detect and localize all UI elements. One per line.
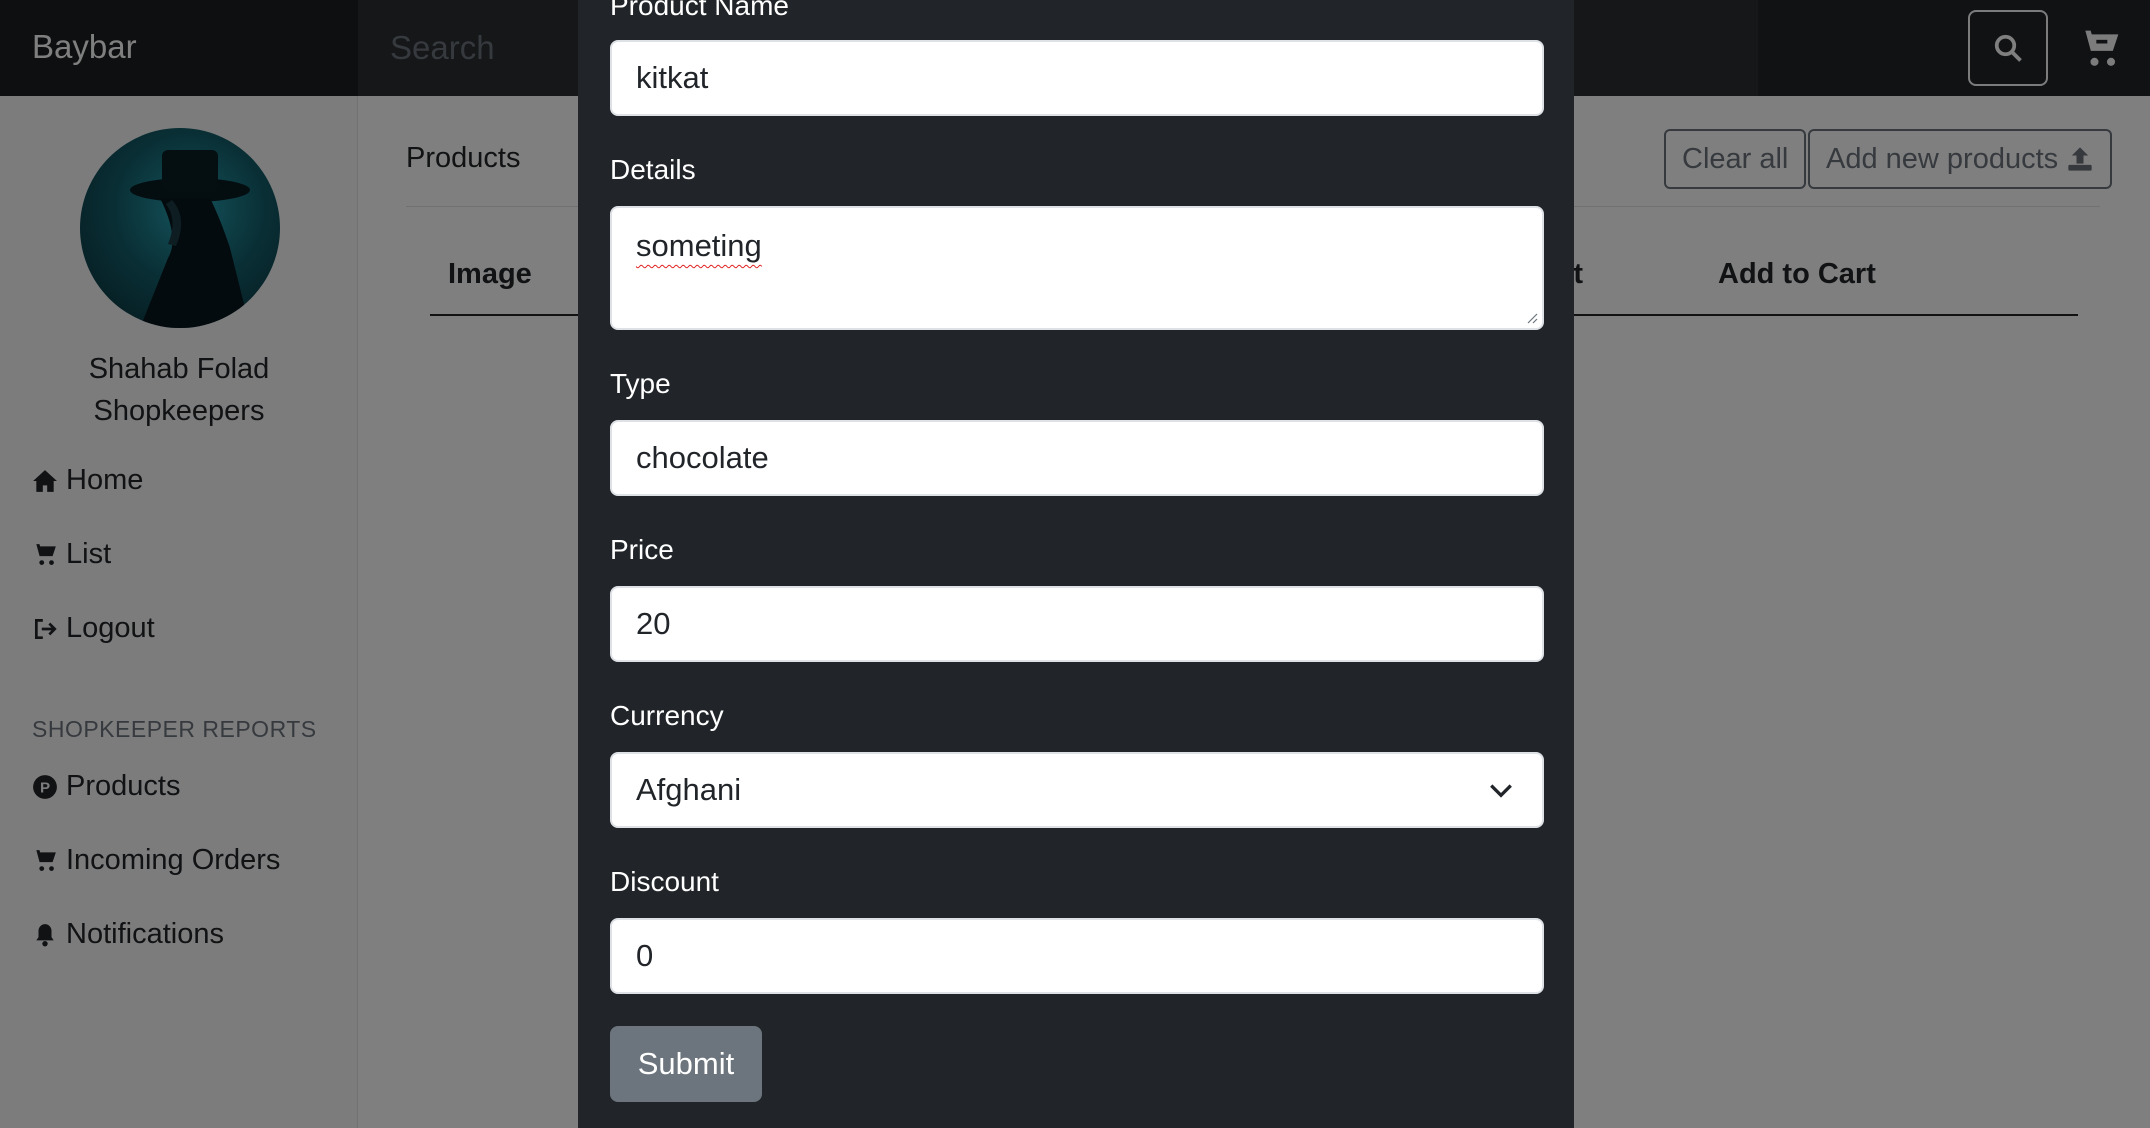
submit-button[interactable]: Submit — [610, 1026, 762, 1102]
discount-label: Discount — [610, 866, 719, 897]
price-input[interactable]: 20 — [610, 586, 1544, 662]
add-product-modal: Product Name kitkat Details someting Typ… — [578, 0, 1574, 1128]
product-name-value: kitkat — [636, 60, 709, 95]
currency-label: Currency — [610, 700, 724, 731]
product-name-label: Product Name — [610, 0, 789, 21]
details-label: Details — [610, 154, 696, 185]
details-value: someting — [636, 228, 762, 263]
currency-value: Afghani — [636, 772, 742, 807]
price-value: 20 — [636, 606, 671, 641]
type-value: chocolate — [636, 440, 769, 475]
discount-value: 0 — [636, 938, 654, 973]
chevron-down-icon — [1490, 784, 1512, 798]
details-textarea[interactable]: someting — [610, 206, 1544, 330]
discount-input[interactable]: 0 — [610, 918, 1544, 994]
product-name-input[interactable]: kitkat — [610, 40, 1544, 116]
type-input[interactable]: chocolate — [610, 420, 1544, 496]
currency-select[interactable]: Afghani — [610, 752, 1544, 828]
type-label: Type — [610, 368, 671, 399]
resize-handle-icon[interactable] — [1526, 312, 1538, 324]
price-label: Price — [610, 534, 674, 565]
